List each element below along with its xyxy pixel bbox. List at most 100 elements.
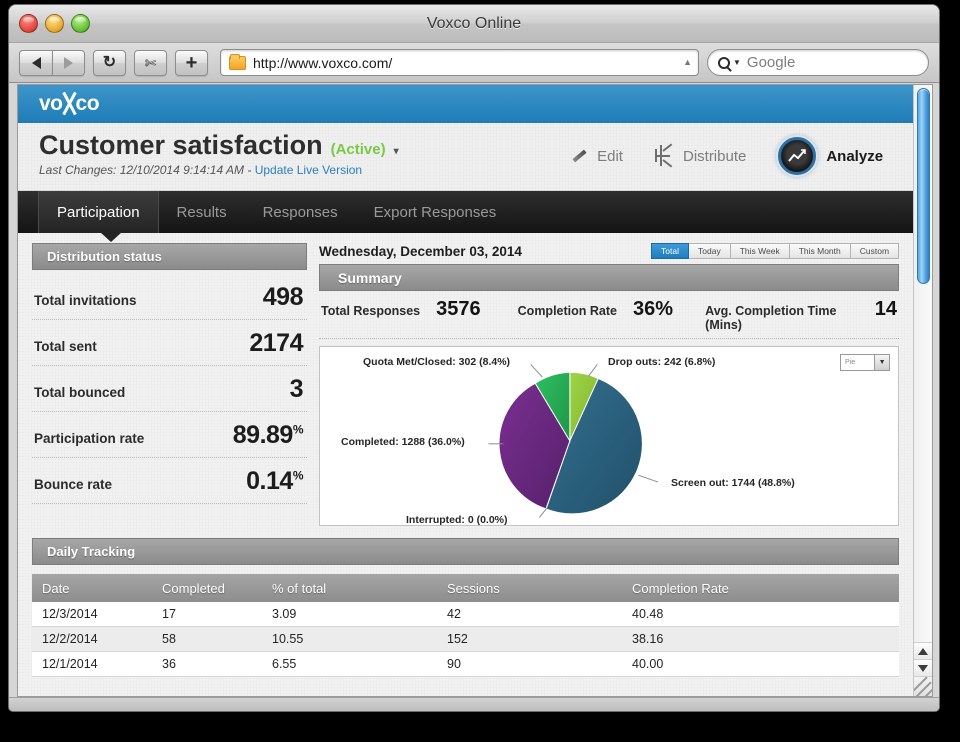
table-row[interactable]: 12/3/2014 17 3.09 42 40.48 <box>32 602 900 627</box>
range-total-button[interactable]: Total <box>651 243 690 259</box>
tab-participation-label: Participation <box>57 203 140 221</box>
logo-text-left: vo <box>39 92 63 115</box>
cell-completion-rate: 40.00 <box>622 651 900 677</box>
daily-tracking-table: Date Completed % of total Sessions Compl… <box>32 574 900 677</box>
address-bar[interactable]: http://www.voxco.com/ ▲ <box>220 49 699 76</box>
summary-panel: Wednesday, December 03, 2014 Total Today… <box>319 243 900 526</box>
scroll-down-button[interactable] <box>914 659 932 676</box>
stat-value: 498 <box>262 283 304 311</box>
distribution-status-list: Total invitations 498 Total sent 2174 To… <box>32 270 307 504</box>
survey-name: Customer satisfaction <box>39 130 323 160</box>
summary-stat: Completion Rate 36% <box>518 298 706 321</box>
minimize-window-button[interactable] <box>45 14 64 33</box>
close-window-button[interactable] <box>19 14 38 33</box>
cell-sessions: 152 <box>437 626 622 652</box>
forward-button[interactable] <box>52 49 85 76</box>
range-this-week-button[interactable]: This Week <box>730 243 790 259</box>
column-header-completed[interactable]: Completed <box>152 574 262 602</box>
arrow-up-icon <box>918 647 929 655</box>
summary-stat: Avg. Completion Time (Mins) 14 <box>705 298 897 332</box>
stat-row: Bounce rate 0.14% <box>32 458 307 504</box>
stat-row: Participation rate 89.89% <box>32 412 307 458</box>
distribute-button[interactable]: Distribute <box>639 148 762 165</box>
tab-participation[interactable]: Participation <box>38 191 159 233</box>
new-tab-button[interactable]: + <box>175 49 208 76</box>
search-icon <box>718 56 730 69</box>
voxco-logo[interactable]: vo co <box>39 92 100 116</box>
cell-completed: 17 <box>152 602 262 627</box>
analyze-button[interactable]: Analyze <box>762 137 899 175</box>
active-tab-pointer-icon <box>100 232 122 242</box>
range-this-month-button[interactable]: This Month <box>789 243 851 259</box>
current-date: Wednesday, December 03, 2014 <box>319 243 522 259</box>
chevron-down-icon: ▼ <box>733 58 741 67</box>
page-viewport: vo co Customer satisfaction (Active) ▾ La… <box>17 84 933 697</box>
page-scrollbar[interactable] <box>913 85 932 696</box>
participation-pie-chart: Pie ▼ Quota Met/Closed: 302 (8.4%) Drop … <box>319 346 900 526</box>
status-chevron-down-icon[interactable]: ▾ <box>394 146 399 157</box>
daily-tracking-header: Daily Tracking <box>32 538 900 565</box>
back-button[interactable] <box>19 49 52 76</box>
survey-header: Customer satisfaction (Active) ▾ Last Ch… <box>18 123 914 191</box>
search-placeholder-text: Google <box>746 54 796 71</box>
analyze-label: Analyze <box>826 147 884 165</box>
folder-icon <box>229 53 246 70</box>
summary-stat-value: 36% <box>632 298 673 320</box>
scrollbar-thumb[interactable] <box>917 88 931 284</box>
cell-date: 12/1/2014 <box>32 651 152 677</box>
column-header-date[interactable]: Date <box>32 574 152 602</box>
pie-label-interrupted: Interrupted: 0 (0.0%) <box>406 514 508 526</box>
chevron-up-icon: ▲ <box>683 57 692 67</box>
scroll-up-button[interactable] <box>914 642 932 659</box>
maximize-window-button[interactable] <box>71 14 90 33</box>
cell-pct: 3.09 <box>262 602 437 627</box>
search-input[interactable]: ▼ Google <box>707 49 929 76</box>
snip-button[interactable]: ✄ <box>134 49 167 76</box>
reload-icon: ↻ <box>102 53 117 71</box>
stat-value: 2174 <box>249 329 303 357</box>
daily-tracking-panel: Daily Tracking Date Completed % of total… <box>32 538 900 677</box>
window-resize-grip[interactable] <box>914 676 932 696</box>
pie-label-completed: Completed: 1288 (36.0%) <box>341 436 465 448</box>
tab-results-label: Results <box>176 203 227 221</box>
summary-stat-label: Avg. Completion Time (Mins) <box>705 304 837 332</box>
summary-stat-label: Total Responses <box>321 304 421 318</box>
update-live-version-link[interactable]: Update Live Version <box>255 163 362 177</box>
edit-label: Edit <box>597 147 623 165</box>
column-header-sessions[interactable]: Sessions <box>437 574 622 602</box>
scrollbar-arrows <box>914 642 932 676</box>
summary-stats-row: Total Responses 3576 Completion Rate 36%… <box>319 291 900 339</box>
share-icon <box>654 148 673 164</box>
web-page: vo co Customer satisfaction (Active) ▾ La… <box>18 85 914 696</box>
range-today-button[interactable]: Today <box>689 243 731 259</box>
pencil-icon <box>571 148 587 164</box>
tab-export-responses-label: Export Responses <box>373 203 497 221</box>
scissors-icon: ✄ <box>144 54 157 71</box>
cell-pct: 6.55 <box>262 651 437 677</box>
pie-label-screen-out: Screen out: 1744 (48.8%) <box>671 477 795 489</box>
browser-window: Voxco Online ↻ ✄ + http://www.voxco.com/… <box>8 4 940 712</box>
tab-results[interactable]: Results <box>159 191 245 233</box>
summary-stat: Total Responses 3576 <box>321 298 518 321</box>
stat-value: 89.89% <box>232 421 304 449</box>
plus-icon: + <box>185 51 198 74</box>
stat-row: Total invitations 498 <box>32 274 307 320</box>
reload-button[interactable]: ↻ <box>93 49 126 76</box>
range-custom-button[interactable]: Custom <box>850 243 900 259</box>
summary-stat-value: 14 <box>874 298 898 320</box>
cell-date: 12/2/2014 <box>32 626 152 652</box>
edit-button[interactable]: Edit <box>555 148 639 165</box>
column-header-completion-rate[interactable]: Completion Rate <box>622 574 900 602</box>
column-header-pct-of-total[interactable]: % of total <box>262 574 437 602</box>
participation-content: Distribution status Total invitations 49… <box>18 233 914 696</box>
cell-date: 12/3/2014 <box>32 602 152 627</box>
tab-responses[interactable]: Responses <box>245 191 356 233</box>
stat-label: Total sent <box>34 339 97 354</box>
tab-export-responses[interactable]: Export Responses <box>356 191 515 233</box>
window-bottom-bar <box>9 697 939 711</box>
pie-label-drop-outs: Drop outs: 242 (6.8%) <box>608 356 716 368</box>
tab-responses-label: Responses <box>262 203 338 221</box>
table-row[interactable]: 12/1/2014 36 6.55 90 40.00 <box>32 651 900 677</box>
stat-label: Total bounced <box>34 385 126 400</box>
table-row[interactable]: 12/2/2014 58 10.55 152 38.16 <box>32 626 900 652</box>
